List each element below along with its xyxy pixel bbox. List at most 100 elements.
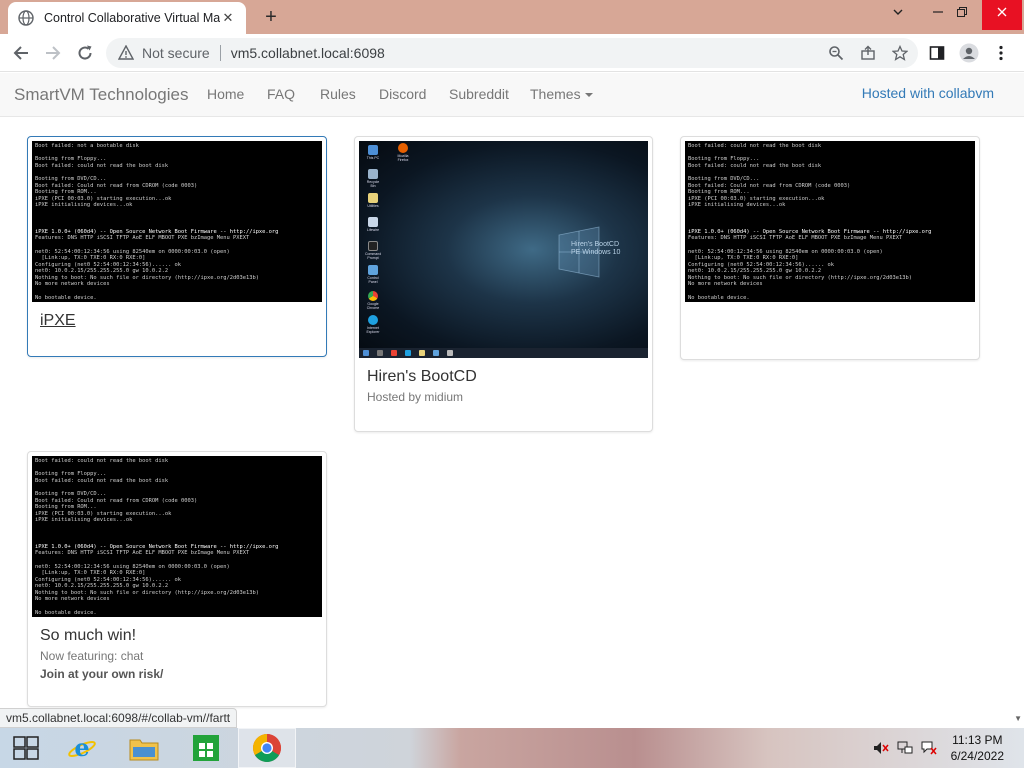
terminal-line: Features: DNS HTTP iSCSI TFTP AoE ELF MB… xyxy=(35,235,250,242)
site-navbar: SmartVM Technologies Home FAQ Rules Disc… xyxy=(0,73,1024,117)
vm-title[interactable]: Hiren's BootCD xyxy=(367,368,640,386)
restore-button[interactable] xyxy=(942,0,982,30)
terminal-line: Booting from ROM... xyxy=(35,504,97,511)
terminal-line: iPXE (PCI 00:03.0) starting execution...… xyxy=(688,195,825,202)
vm-thumbnail[interactable]: Boot failed: could not read the boot dis… xyxy=(685,141,975,302)
start-button[interactable] xyxy=(0,728,52,768)
terminal-line: Features: DNS HTTP iSCSI TFTP AoE ELF MB… xyxy=(688,235,903,242)
svg-text:e: e xyxy=(74,733,89,762)
reload-button[interactable] xyxy=(72,40,98,66)
nav-faq[interactable]: FAQ xyxy=(267,86,295,102)
taskbar-file-explorer[interactable] xyxy=(118,728,170,768)
nav-rules[interactable]: Rules xyxy=(320,86,356,102)
network-icon[interactable] xyxy=(896,740,914,756)
nav-home[interactable]: Home xyxy=(207,86,244,102)
terminal-output: Boot failed: could not read the boot dis… xyxy=(685,141,975,302)
terminal-line: iPXE (PCI 00:03.0) starting execution...… xyxy=(35,195,172,202)
terminal-output: Boot failed: not a bootable disk Booting… xyxy=(32,141,322,302)
divider xyxy=(219,45,221,61)
vm-card-so-much-win[interactable]: Boot failed: could not read the boot dis… xyxy=(27,451,327,707)
terminal-line: Boot failed: not a bootable disk xyxy=(35,143,139,149)
vm-card-untitled[interactable]: Boot failed: could not read the boot dis… xyxy=(680,136,980,360)
internet-explorer-icon: Internet Explorer xyxy=(365,315,381,334)
vm-thumbnail[interactable]: This PC Mozilla Firefox Recycle Bin Util… xyxy=(359,141,648,358)
zoom-icon[interactable] xyxy=(824,41,848,65)
terminal-line: Boot failed: could not read the boot dis… xyxy=(35,458,169,464)
clock-date: 6/24/2022 xyxy=(950,749,1004,763)
desktop-icon: This PC xyxy=(365,145,381,160)
nav-subreddit[interactable]: Subreddit xyxy=(449,86,509,102)
brand-link[interactable]: SmartVM Technologies xyxy=(14,85,189,105)
url-text[interactable]: vm5.collabnet.local:6098 xyxy=(231,45,385,61)
close-window-button[interactable] xyxy=(982,0,1022,30)
vm-card-hirens[interactable]: This PC Mozilla Firefox Recycle Bin Util… xyxy=(354,136,653,432)
new-tab-button[interactable]: + xyxy=(258,4,284,30)
bookmark-star-icon[interactable] xyxy=(888,41,912,65)
security-label[interactable]: Not secure xyxy=(142,45,210,61)
side-panel-icon[interactable] xyxy=(924,40,950,66)
profile-avatar-icon[interactable] xyxy=(956,40,982,66)
terminal-line: Features: DNS HTTP iSCSI TFTP AoE ELF MB… xyxy=(35,550,250,557)
terminal-line: Booting from Floppy... xyxy=(35,471,107,478)
vm-title[interactable]: So much win! xyxy=(40,627,314,645)
more-menu-icon[interactable] xyxy=(988,40,1014,66)
nav-discord[interactable]: Discord xyxy=(379,86,426,102)
terminal-line: Booting from DVD/CD... xyxy=(688,175,760,182)
vm-title[interactable]: iPXE xyxy=(40,312,314,330)
forward-button[interactable] xyxy=(40,40,66,66)
link-status-bubble: vm5.collabnet.local:6098/#/collab-vm//fa… xyxy=(0,708,238,728)
terminal-line: No more network devices xyxy=(35,596,110,603)
terminal-output: Boot failed: could not read the boot dis… xyxy=(32,456,322,617)
share-icon[interactable] xyxy=(856,41,880,65)
vm-subtitle: Now featuring: chat xyxy=(40,649,144,663)
terminal-line: net0: 10.0.2.15/255.255.255.0 gw 10.0.2.… xyxy=(35,268,169,275)
terminal-line: iPXE initialising devices...ok xyxy=(35,202,133,209)
scroll-down-arrow-icon[interactable]: ▼ xyxy=(1014,714,1022,723)
system-clock[interactable]: 11:13 PM 6/24/2022 xyxy=(951,732,1004,764)
terminal-line: iPXE 1.0.0+ (060d4) -- Open Source Netwo… xyxy=(35,228,279,235)
vm-caption: iPXE xyxy=(32,302,322,336)
vm-card-ipxe[interactable]: Boot failed: not a bootable disk Booting… xyxy=(27,136,327,357)
taskbar-internet-explorer[interactable]: e xyxy=(56,728,108,768)
terminal-line: [Link:up, TX:0 TXE:0 RX:0 RXE:0] xyxy=(688,255,799,262)
hosted-with-link[interactable]: Hosted with collabvm xyxy=(862,85,994,101)
action-center-icon[interactable] xyxy=(920,740,938,756)
desktop-icon: Control Panel xyxy=(365,265,381,284)
terminal-line: Boot failed: could not read the boot dis… xyxy=(688,162,822,169)
taskbar-chrome[interactable] xyxy=(238,728,296,768)
terminal-line: No bootable device. xyxy=(35,609,97,616)
terminal-line: Configuring (net0 52:54:00:12:34:56)....… xyxy=(688,261,835,268)
windows-taskbar: e 11:13 PM 6/24/2022 xyxy=(0,728,1024,768)
warning-icon[interactable] xyxy=(118,45,134,61)
terminal-line: net0: 10.0.2.15/255.255.255.0 gw 10.0.2.… xyxy=(688,268,822,275)
arrow-left-icon xyxy=(13,46,28,60)
windows-start-icon xyxy=(13,736,39,760)
taskbar-store[interactable] xyxy=(180,728,232,768)
browser-tab[interactable]: Control Collaborative Virtual Ma ✕ xyxy=(8,2,246,34)
vm-thumbnail[interactable]: Boot failed: could not read the boot dis… xyxy=(32,456,322,617)
back-button[interactable] xyxy=(8,40,34,66)
reload-icon xyxy=(78,45,92,60)
chrome-icon: Google Chrome xyxy=(365,291,381,310)
vm-thumbnail[interactable]: Boot failed: not a bootable disk Booting… xyxy=(32,141,322,302)
folder-icon xyxy=(129,739,159,761)
terminal-line: Boot failed: Could not read from CDROM (… xyxy=(688,182,851,189)
volume-muted-icon[interactable] xyxy=(872,740,890,756)
tab-close-button[interactable]: ✕ xyxy=(220,10,236,26)
firefox-icon: Mozilla Firefox xyxy=(393,143,413,162)
address-bar[interactable]: Not secure vm5.collabnet.local:6098 xyxy=(106,38,918,68)
chevron-down-icon[interactable] xyxy=(878,0,918,30)
tab-title: Control Collaborative Virtual Ma xyxy=(44,11,220,25)
terminal-line: Configuring (net0 52:54:00:12:34:56)....… xyxy=(35,576,182,583)
nav-themes-dropdown[interactable]: Themes xyxy=(530,86,593,102)
caret-down-icon xyxy=(584,93,593,98)
terminal-line: Boot failed: could not read the boot dis… xyxy=(35,162,169,169)
